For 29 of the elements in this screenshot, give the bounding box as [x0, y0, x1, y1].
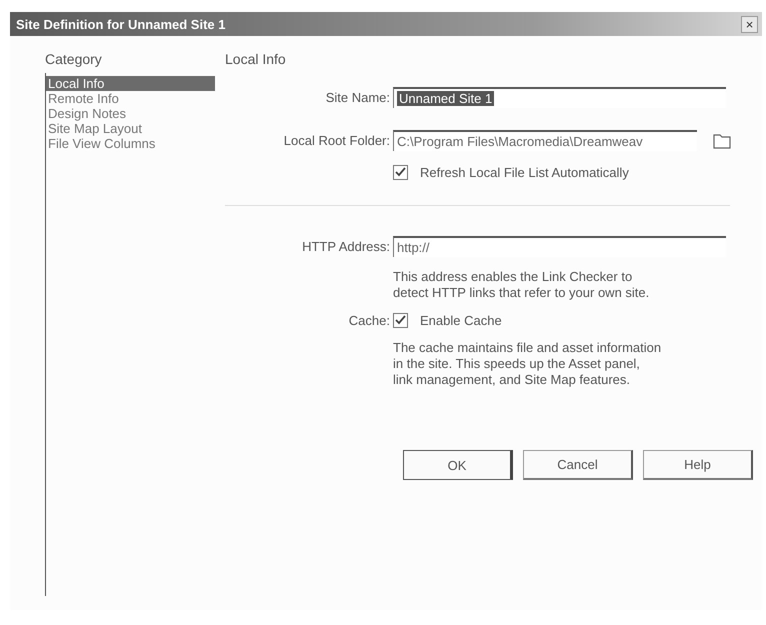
field-label: Site Name:: [324, 90, 390, 105]
folder-icon[interactable]: [712, 132, 732, 150]
http-address-field[interactable]: http://: [393, 236, 726, 257]
panel-heading: Local Info: [225, 51, 287, 69]
category-item[interactable]: Local Info: [46, 76, 215, 91]
dialog-button[interactable]: OK: [403, 450, 513, 480]
checkbox[interactable]: [393, 313, 408, 328]
category-item[interactable]: File View Columns: [46, 136, 215, 151]
close-button[interactable]: ×: [741, 16, 758, 32]
window-title: Site Definition for Unnamed Site 1: [16, 16, 226, 32]
dialog-button[interactable]: Cancel: [523, 450, 633, 480]
local-root-folder-field[interactable]: C:\Program Files\Macromedia\Dreamweav: [393, 130, 697, 151]
checkbox[interactable]: [393, 165, 408, 180]
help-text: The cache maintains file and asset information in the site. This speeds up the Asset panel, link management, and Site Map features.: [393, 340, 662, 388]
checkbox-label[interactable]: Refresh Local File List Automatically: [420, 165, 629, 180]
field-value: C:\Program Files\Macromedia\Dreamweav: [397, 134, 643, 149]
category-heading: Category: [45, 51, 103, 69]
category-item[interactable]: Design Notes: [46, 106, 215, 121]
field-value: Unnamed Site 1: [397, 91, 494, 106]
field-value: http://: [397, 240, 430, 255]
dialog-button[interactable]: Help: [643, 450, 753, 480]
field-label: HTTP Address:: [301, 239, 390, 254]
category-item[interactable]: Site Map Layout: [46, 121, 215, 136]
field-label: Cache:: [348, 313, 390, 328]
help-text: This address enables the Link Checker to detect HTTP links that refer to your own site.: [393, 269, 650, 301]
category-item[interactable]: Remote Info: [46, 91, 215, 106]
checkbox-label[interactable]: Enable Cache: [420, 313, 502, 328]
field-label: Local Root Folder:: [282, 133, 390, 148]
site-name-field[interactable]: Unnamed Site 1: [393, 87, 726, 108]
